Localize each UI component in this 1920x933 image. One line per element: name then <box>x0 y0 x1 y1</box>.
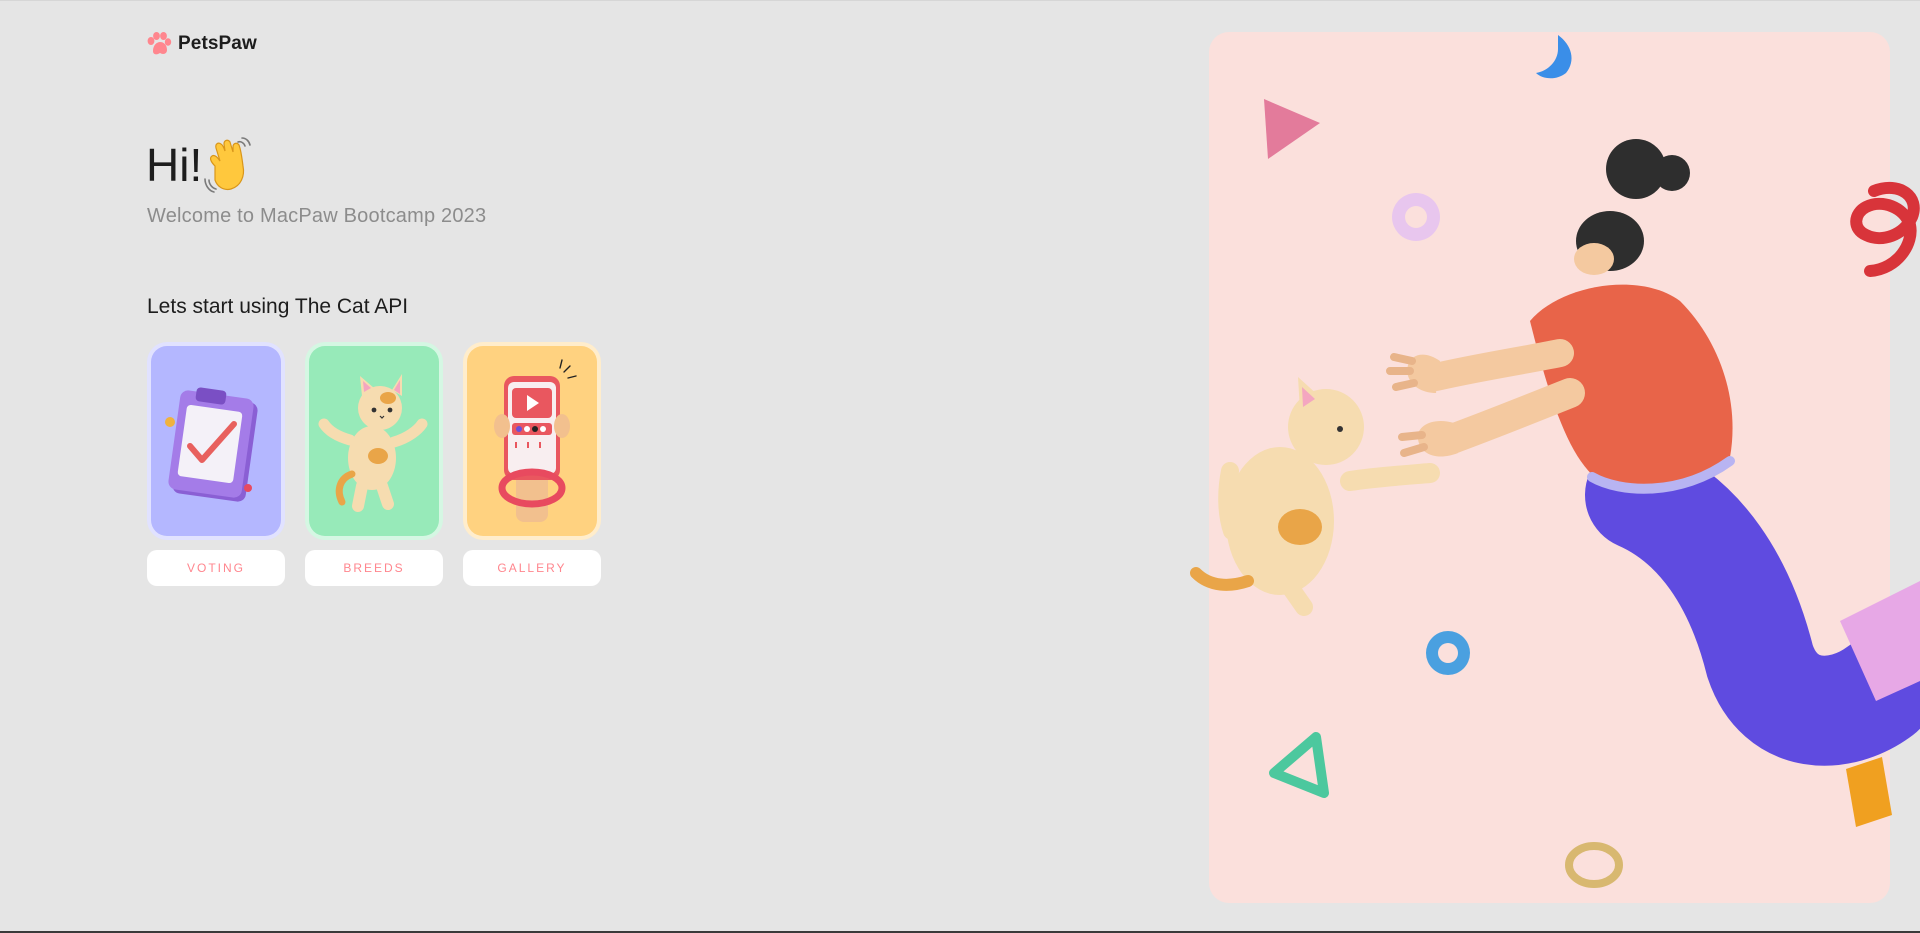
greeting-title: Hi! <box>146 139 203 191</box>
voting-button[interactable]: VOTING <box>147 550 285 586</box>
navigation-cards: VOTING BREEDS GALLERY <box>147 342 601 586</box>
logo[interactable]: PetsPaw <box>146 31 257 57</box>
clipboard-check-icon <box>165 387 258 502</box>
girl-catching-cat-illustration <box>1190 35 1920 888</box>
page: PetsPaw Hi! Welcome to MacPaw Bootcamp 2… <box>0 0 1920 933</box>
card-gallery-image[interactable] <box>463 342 601 540</box>
welcome-subtitle: Welcome to MacPaw Bootcamp 2023 <box>147 205 487 227</box>
section-heading: Lets start using The Cat API <box>147 295 409 318</box>
cat-icon <box>318 374 428 512</box>
waving-hand-icon <box>204 137 252 193</box>
card-voting: VOTING <box>147 342 285 586</box>
hero-illustration <box>1140 21 1920 921</box>
gallery-button[interactable]: GALLERY <box>463 550 601 586</box>
breeds-button[interactable]: BREEDS <box>305 550 443 586</box>
card-breeds-image[interactable] <box>305 342 443 540</box>
logo-text: PetsPaw <box>178 33 257 54</box>
phone-gallery-icon <box>494 359 577 522</box>
card-breeds: BREEDS <box>305 342 443 586</box>
card-gallery: GALLERY <box>463 342 601 586</box>
paw-icon <box>147 32 172 55</box>
card-voting-image[interactable] <box>147 342 285 540</box>
greeting: Hi! <box>146 135 253 195</box>
